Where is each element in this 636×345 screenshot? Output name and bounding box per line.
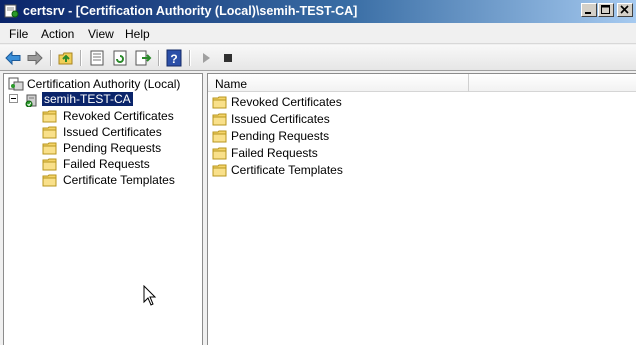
back-icon[interactable] [4, 49, 22, 67]
mouse-cursor-icon [143, 285, 157, 306]
details-list[interactable]: Name Revoked Certificates Issued Certifi… [207, 73, 636, 345]
window-title: certsrv - [Certification Authority (Loca… [23, 4, 358, 18]
tree-label: Revoked Certificates [63, 109, 174, 123]
list-item-label: Failed Requests [231, 146, 318, 160]
tree-node-pending[interactable]: Pending Requests [42, 140, 200, 156]
tree-label: Failed Requests [63, 157, 150, 171]
certification-authority-icon [8, 77, 24, 91]
folder-icon [212, 164, 227, 177]
toolbar: ? [0, 45, 636, 71]
tree-label: Issued Certificates [63, 125, 162, 139]
maximize-icon [601, 5, 610, 14]
tree-node-ca[interactable]: semih-TEST-CA [24, 91, 200, 108]
list-item-label: Pending Requests [231, 129, 330, 143]
help-icon[interactable]: ? [165, 49, 183, 67]
list-item[interactable]: Revoked Certificates [212, 94, 462, 111]
tree-node-issued[interactable]: Issued Certificates [42, 124, 200, 140]
close-button[interactable] [617, 3, 633, 17]
minimize-icon [585, 12, 591, 14]
tree-label-ca: semih-TEST-CA [41, 91, 134, 107]
toolbar-separator [80, 50, 82, 66]
list-item[interactable]: Issued Certificates [212, 111, 462, 128]
list-item-label: Revoked Certificates [231, 95, 342, 109]
tree-label: Certificate Templates [63, 173, 175, 187]
tree-node-templates[interactable]: Certificate Templates [42, 172, 200, 188]
list-item-label: Issued Certificates [231, 112, 330, 126]
start-service-icon[interactable] [197, 49, 215, 67]
ca-server-icon [25, 94, 37, 107]
toolbar-separator [158, 50, 160, 66]
certsrv-app-icon [4, 4, 19, 18]
properties-icon[interactable] [88, 49, 106, 67]
console-tree[interactable]: Certification Authority (Local) semih-TE… [3, 73, 203, 345]
column-header-label: Name [215, 77, 248, 91]
svg-text:?: ? [170, 52, 177, 66]
title-bar[interactable]: certsrv - [Certification Authority (Loca… [0, 0, 636, 23]
folder-icon [42, 110, 57, 123]
list-item-label: Certificate Templates [231, 163, 343, 177]
menu-file[interactable]: File [9, 27, 28, 41]
menu-bar: File Action View Help [0, 23, 636, 44]
toolbar-separator [189, 50, 191, 66]
tree-node-root[interactable]: Certification Authority (Local) [6, 76, 202, 92]
folder-icon [212, 147, 227, 160]
menu-view[interactable]: View [88, 27, 114, 41]
close-icon [620, 5, 629, 14]
tree-label-root: Certification Authority (Local) [27, 77, 181, 91]
tree-node-failed[interactable]: Failed Requests [42, 156, 200, 172]
folder-icon [212, 96, 227, 109]
column-header-name[interactable]: Name [208, 74, 469, 92]
maximize-button[interactable] [598, 3, 614, 17]
forward-icon[interactable] [26, 49, 44, 67]
caption-buttons [581, 3, 633, 17]
list-item[interactable]: Pending Requests [212, 128, 462, 145]
refresh-icon[interactable] [111, 49, 129, 67]
list-item[interactable]: Certificate Templates [212, 162, 462, 179]
folder-icon [42, 158, 57, 171]
menu-help[interactable]: Help [125, 27, 150, 41]
folder-icon [42, 142, 57, 155]
folder-icon [212, 113, 227, 126]
mmc-window: certsrv - [Certification Authority (Loca… [0, 0, 636, 345]
collapse-toggle[interactable] [9, 94, 18, 103]
toolbar-separator [50, 50, 52, 66]
tree-label: Pending Requests [63, 141, 162, 155]
column-header-empty [469, 74, 636, 92]
folder-icon [212, 130, 227, 143]
folder-icon [42, 174, 57, 187]
menu-action[interactable]: Action [41, 27, 74, 41]
list-item[interactable]: Failed Requests [212, 145, 462, 162]
export-list-icon[interactable] [134, 49, 152, 67]
up-one-level-icon[interactable] [57, 49, 75, 67]
minimize-button[interactable] [581, 3, 597, 17]
tree-node-revoked[interactable]: Revoked Certificates [42, 108, 200, 124]
stop-service-icon[interactable] [219, 49, 237, 67]
folder-icon [42, 126, 57, 139]
